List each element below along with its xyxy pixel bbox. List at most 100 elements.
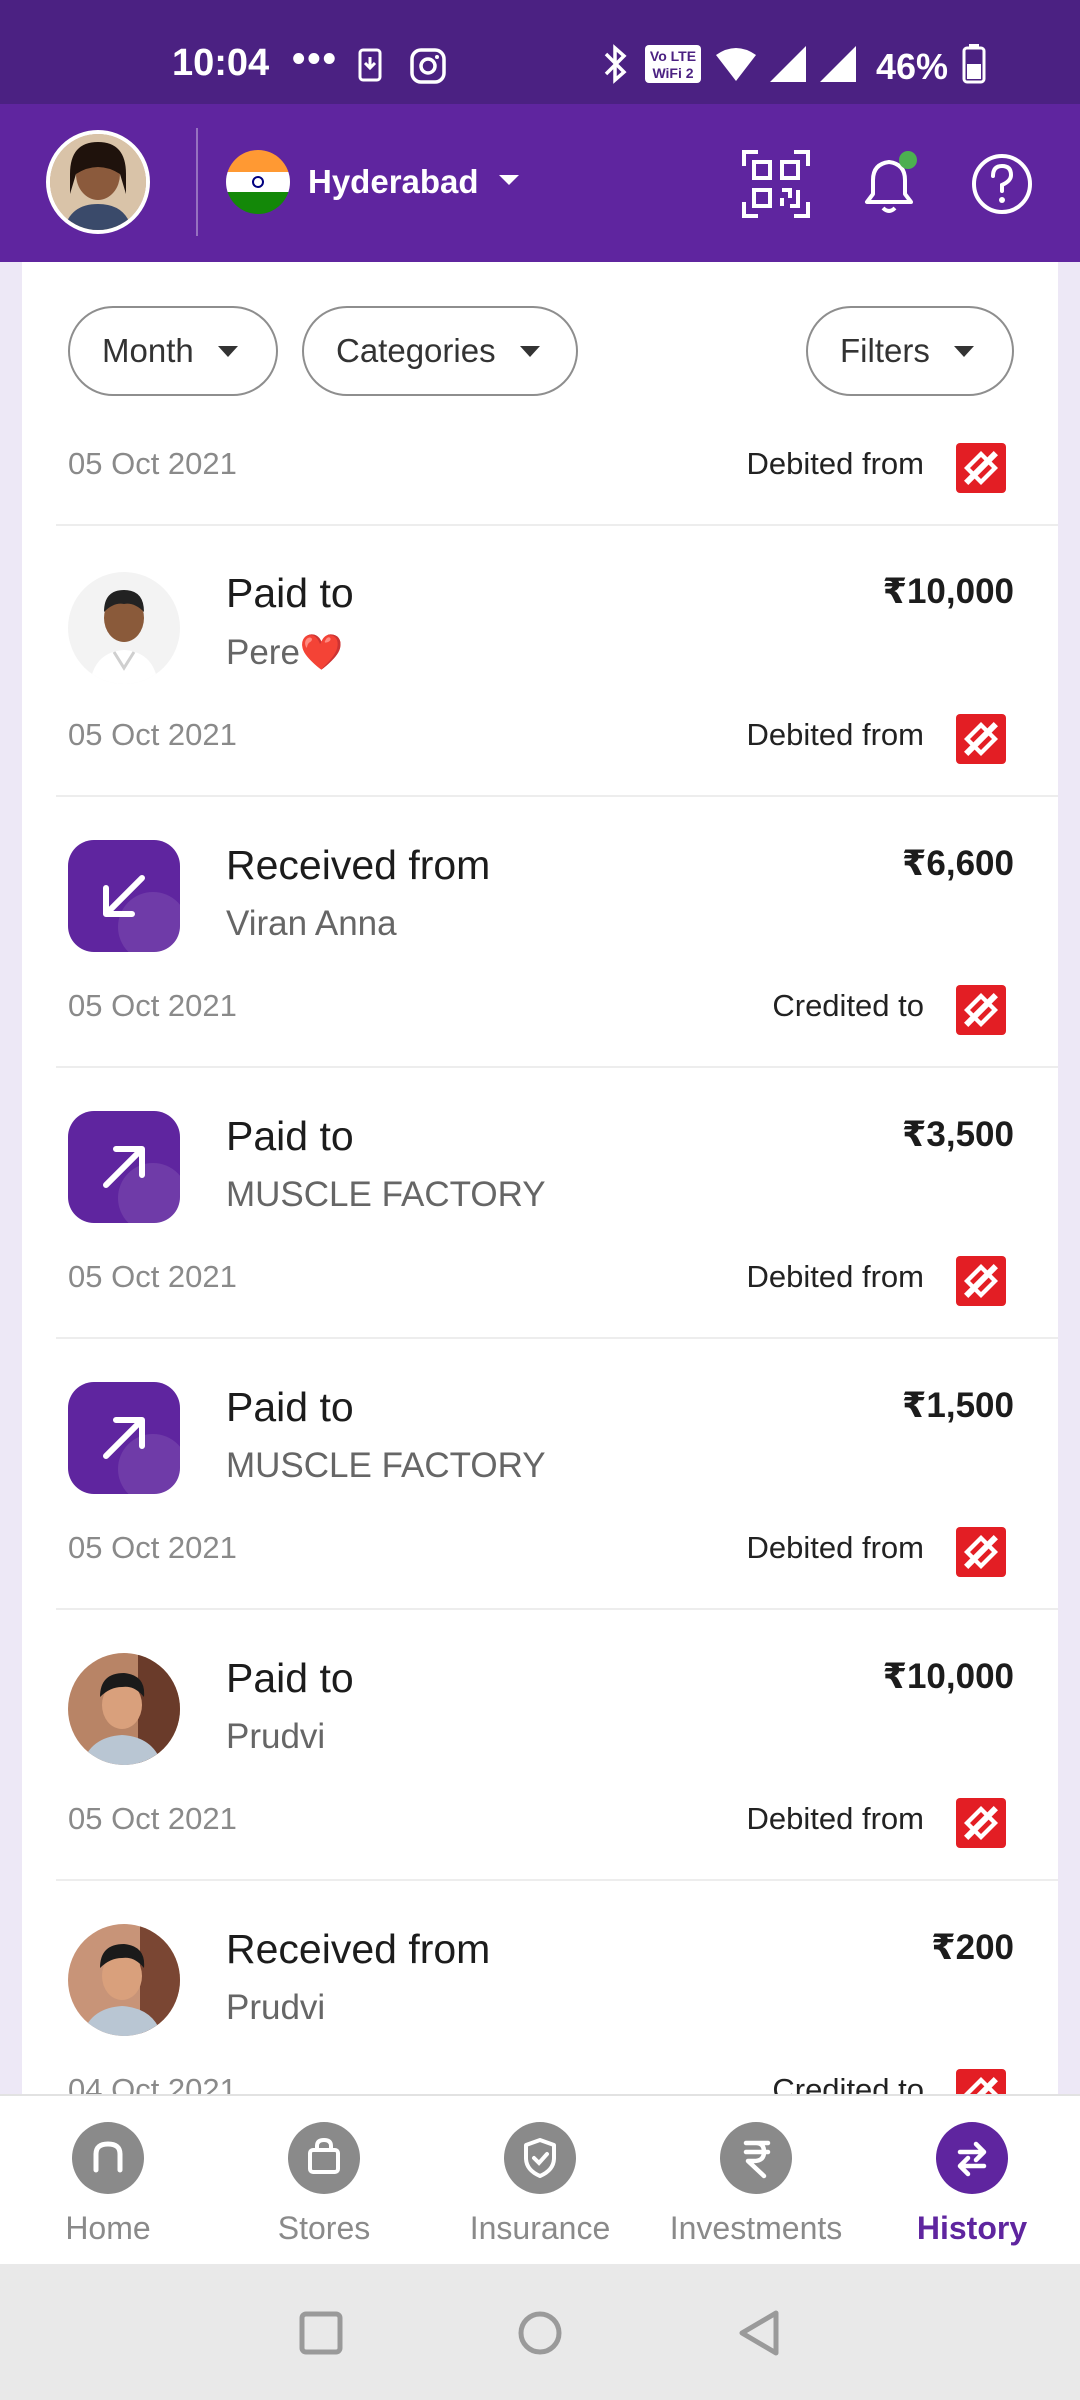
history-content: Month Categories Filters 05 Oct 2021 Deb…: [22, 262, 1058, 2094]
battery-icon: [962, 44, 986, 89]
city-name: Hyderabad: [308, 163, 479, 200]
transaction-date: 05 Oct 2021: [68, 988, 237, 1023]
status-time: 10:04: [172, 42, 270, 84]
status-right-icons: Vo LTE WiFi 2 46%: [600, 44, 986, 89]
nav-history[interactable]: History: [864, 2096, 1080, 2266]
transaction-amount: ₹10,000: [882, 572, 1014, 611]
arrow-received-icon: [68, 840, 180, 952]
transaction-via: Debited from: [746, 446, 924, 481]
contact-avatar: [68, 572, 180, 684]
status-bar: 10:04 ••• Vo LTE WiFi 2 46%: [0, 0, 1080, 104]
signal-icon-1: [770, 46, 806, 87]
transaction-counterparty: MUSCLE FACTORY: [226, 1446, 546, 1485]
transaction-via: Credited to: [772, 988, 924, 1023]
transaction-date: 05 Oct 2021: [68, 1530, 237, 1565]
bluetooth-icon: [600, 44, 630, 89]
instagram-status-icon: [410, 48, 446, 89]
location-selector[interactable]: Hyderabad: [226, 150, 521, 214]
filters-label: Filters: [840, 332, 930, 369]
bottom-navigation: Home Stores Insurance Investments Histor…: [0, 2094, 1080, 2264]
row-divider: [56, 1608, 1058, 1610]
row-divider: [56, 1066, 1058, 1068]
month-filter-chip[interactable]: Month: [68, 306, 278, 396]
transaction-counterparty: Prudvi: [226, 1988, 326, 2027]
download-status-icon: [358, 48, 382, 87]
nav-stores-label: Stores: [277, 2210, 371, 2246]
battery-percent: 46%: [876, 45, 949, 87]
transaction-via: Credited to: [772, 2072, 924, 2094]
contact-avatar: [68, 1924, 180, 2036]
swap-arrows-icon: [936, 2122, 1008, 2194]
notification-bell-icon[interactable]: [853, 148, 925, 220]
rupee-icon: [720, 2122, 792, 2194]
bank-logo-icon: [956, 1527, 1006, 1577]
nav-investments-label: Investments: [669, 2210, 843, 2246]
wifi-icon: [716, 47, 756, 86]
bank-logo-icon: [956, 443, 1006, 493]
row-divider: [56, 1879, 1058, 1881]
svg-text:WiFi 2: WiFi 2: [652, 65, 693, 81]
nav-investments[interactable]: Investments: [648, 2096, 864, 2266]
help-icon[interactable]: [966, 148, 1038, 220]
caret-down-icon: [217, 345, 238, 357]
transaction-counterparty: Viran Anna: [226, 904, 397, 943]
svg-text:Vo LTE: Vo LTE: [650, 48, 696, 64]
month-filter-label: Month: [102, 332, 194, 369]
transaction-amount: ₹6,600: [902, 844, 1014, 883]
transaction-title: Paid to: [226, 570, 354, 616]
transaction-amount: ₹10,000: [882, 1657, 1014, 1696]
nav-insurance-label: Insurance: [469, 2210, 611, 2246]
transaction-counterparty: MUSCLE FACTORY: [226, 1175, 546, 1214]
header-divider: [196, 128, 198, 236]
transaction-date: 05 Oct 2021: [68, 446, 237, 481]
transaction-counterparty: Pere❤️: [226, 633, 344, 672]
system-navigation-bar: [0, 2264, 1080, 2400]
home-icon: [72, 2122, 144, 2194]
status-more-dots: •••: [292, 38, 338, 80]
transaction-title: Received from: [226, 1926, 491, 1972]
caret-down-icon: [953, 345, 974, 357]
transaction-title: Paid to: [226, 1113, 354, 1159]
transaction-date: 05 Oct 2021: [68, 1259, 237, 1294]
transaction-title: Paid to: [226, 1384, 354, 1430]
transaction-via: Debited from: [746, 717, 924, 752]
qr-code-icon[interactable]: [740, 148, 812, 220]
categories-filter-chip[interactable]: Categories: [302, 306, 578, 396]
signal-icon-2: [820, 46, 856, 87]
transaction-amount: ₹1,500: [902, 1386, 1014, 1425]
volte-wifi-icon: Vo LTE WiFi 2: [644, 44, 702, 89]
arrow-paid-icon: [68, 1382, 180, 1494]
nav-home[interactable]: Home: [0, 2096, 216, 2266]
shopping-bag-icon: [288, 2122, 360, 2194]
recent-apps-button[interactable]: [298, 2310, 344, 2361]
nav-insurance[interactable]: Insurance: [432, 2096, 648, 2266]
transaction-title: Received from: [226, 842, 491, 888]
transaction-counterparty: Prudvi: [226, 1717, 326, 1756]
bank-logo-icon: [956, 985, 1006, 1035]
categories-filter-label: Categories: [336, 332, 496, 369]
nav-stores[interactable]: Stores: [216, 2096, 432, 2266]
filter-row: Month Categories Filters: [22, 306, 1058, 396]
transaction-amount: ₹200: [931, 1928, 1014, 1967]
caret-down-icon: [519, 345, 540, 357]
transaction-date: 05 Oct 2021: [68, 1801, 237, 1836]
transaction-via: Debited from: [746, 1259, 924, 1294]
shield-icon: [504, 2122, 576, 2194]
bank-logo-icon: [956, 1256, 1006, 1306]
home-button[interactable]: [517, 2310, 563, 2361]
back-button[interactable]: [736, 2308, 782, 2363]
bank-logo-icon: [956, 2069, 1006, 2094]
row-divider: [56, 795, 1058, 797]
nav-history-label: History: [916, 2210, 1028, 2246]
bank-logo-icon: [956, 714, 1006, 764]
transaction-title: Paid to: [226, 1655, 354, 1701]
transaction-via: Debited from: [746, 1530, 924, 1565]
transaction-date: 05 Oct 2021: [68, 717, 237, 752]
arrow-paid-icon: [68, 1111, 180, 1223]
filters-chip[interactable]: Filters: [806, 306, 1014, 396]
transaction-date: 04 Oct 2021: [68, 2072, 237, 2094]
bank-logo-icon: [956, 1798, 1006, 1848]
nav-home-label: Home: [65, 2210, 151, 2246]
profile-avatar[interactable]: [46, 130, 150, 234]
row-divider: [56, 524, 1058, 526]
